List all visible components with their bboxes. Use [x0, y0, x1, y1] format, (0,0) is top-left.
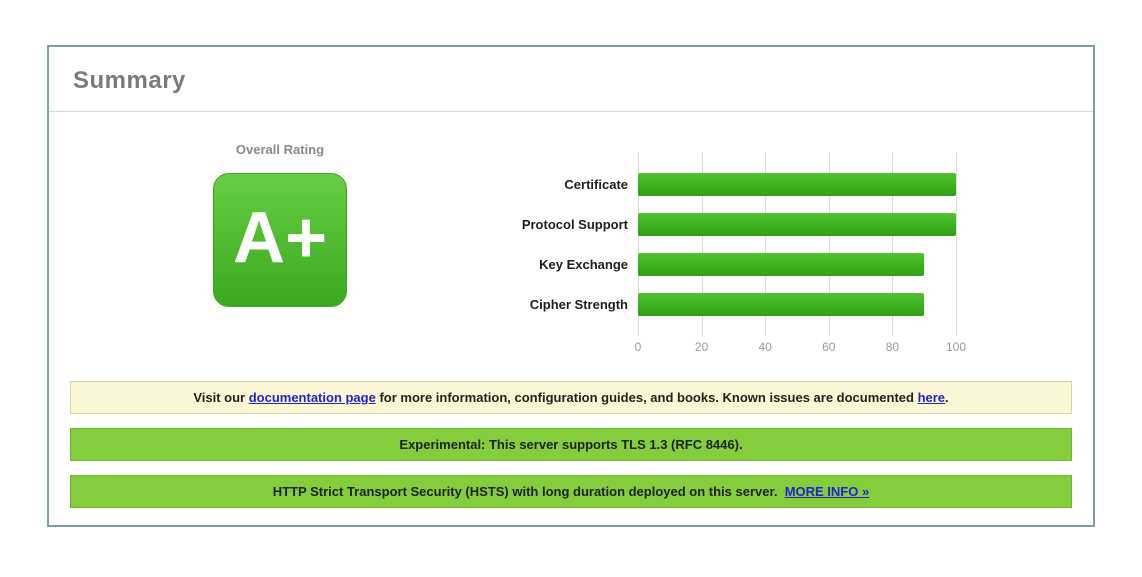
axis-tick-label: 40: [759, 340, 772, 354]
axis-tick-label: 0: [635, 340, 642, 354]
banner-text-gap: [777, 484, 784, 499]
chart-category-label: Key Exchange: [478, 244, 638, 284]
axis-tick-label: 100: [946, 340, 966, 354]
banner-text: for more information, configuration guid…: [376, 390, 918, 405]
banner-list: Visit our documentation page for more in…: [49, 381, 1093, 508]
overall-rating-block: Overall Rating A+: [212, 142, 348, 307]
gridline: [956, 152, 957, 336]
chart-bar-row: [638, 164, 956, 204]
chart-bar-row: [638, 284, 956, 324]
known-issues-link[interactable]: here: [918, 390, 945, 405]
summary-header: Summary: [49, 47, 1093, 112]
tls13-banner: Experimental: This server supports TLS 1…: [70, 428, 1072, 461]
chart-category-label: Protocol Support: [478, 204, 638, 244]
grade-value: A+: [233, 202, 327, 278]
chart-axis-row: 020406080100: [478, 336, 956, 354]
axis-tick-label: 60: [822, 340, 835, 354]
banner-text: Visit our: [193, 390, 248, 405]
chart-bar: [638, 293, 924, 316]
banner-text: .: [945, 390, 949, 405]
documentation-banner: Visit our documentation page for more in…: [70, 381, 1072, 414]
chart-category-label: Cipher Strength: [478, 284, 638, 324]
chart-bar: [638, 213, 956, 236]
banner-text: Experimental: This server supports TLS 1…: [399, 437, 742, 452]
chart-main: CertificateProtocol SupportKey ExchangeC…: [478, 152, 956, 336]
axis-tick-label: 80: [886, 340, 899, 354]
hsts-more-info-link[interactable]: MORE INFO »: [785, 484, 870, 499]
chart-bar-row: [638, 204, 956, 244]
axis-tick-label: 20: [695, 340, 708, 354]
chart-bar: [638, 253, 924, 276]
chart-bar: [638, 173, 956, 196]
chart-bar-row: [638, 244, 956, 284]
grade-badge: A+: [213, 173, 347, 307]
chart-plot-area: [638, 152, 956, 336]
chart-x-axis: 020406080100: [638, 336, 956, 354]
overall-rating-label: Overall Rating: [212, 142, 348, 157]
chart-axis-spacer: [478, 336, 638, 354]
documentation-page-link[interactable]: documentation page: [249, 390, 376, 405]
chart-category-labels: CertificateProtocol SupportKey ExchangeC…: [478, 152, 638, 336]
summary-content: Overall Rating A+ CertificateProtocol Su…: [49, 112, 1093, 381]
score-bar-chart: CertificateProtocol SupportKey ExchangeC…: [478, 152, 956, 354]
banner-text: HTTP Strict Transport Security (HSTS) wi…: [273, 484, 778, 499]
hsts-banner: HTTP Strict Transport Security (HSTS) wi…: [70, 475, 1072, 508]
chart-category-label: Certificate: [478, 164, 638, 204]
summary-panel: Summary Overall Rating A+ CertificatePro…: [47, 45, 1095, 527]
page-title: Summary: [73, 67, 1069, 95]
